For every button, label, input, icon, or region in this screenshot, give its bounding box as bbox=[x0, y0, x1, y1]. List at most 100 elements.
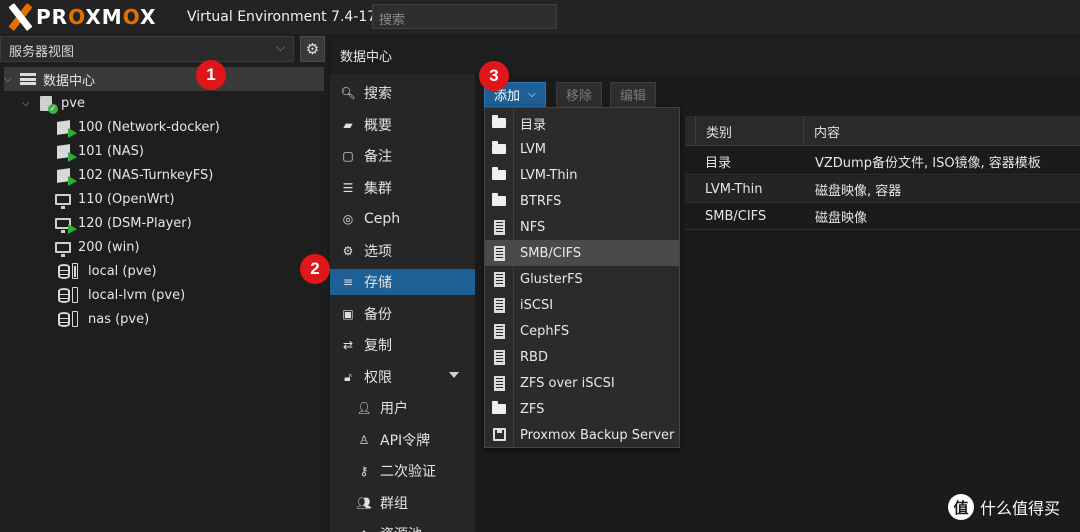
tree-item-vm-120[interactable]: 120 (DSM-Player) bbox=[54, 211, 192, 235]
nav-item-replication[interactable]: ⇄ 复制 bbox=[330, 332, 475, 358]
tree-item-storage-nas[interactable]: nas (pve) bbox=[54, 307, 149, 331]
building-icon bbox=[494, 272, 505, 287]
menu-item-label: 目录 bbox=[520, 117, 547, 133]
tree-item-pve[interactable]: ⌵ ✓ pve bbox=[22, 91, 85, 115]
search-input[interactable]: 搜索 bbox=[372, 4, 557, 29]
unlock-icon: 🔓︎ bbox=[344, 369, 352, 384]
table-row[interactable]: LVM-Thin 磁盘映像, 容器 bbox=[685, 176, 1080, 203]
tree-item-label: local-lvm (pve) bbox=[88, 287, 186, 303]
menu-item-cephfs[interactable]: CephFS bbox=[485, 318, 679, 344]
table-row[interactable]: 目录 VZDump备份文件, ISO镜像, 容器模板 bbox=[685, 148, 1080, 175]
tree-item-datacenter[interactable]: ⌵ 数据中心 bbox=[4, 67, 324, 91]
tree-item-label: 100 (Network-docker) bbox=[78, 119, 220, 135]
column-header-type[interactable]: 类别 bbox=[695, 116, 805, 146]
book-icon: ▰ bbox=[343, 118, 353, 132]
menu-item-lvm-thin[interactable]: LVM-Thin bbox=[485, 162, 679, 188]
nav-item-search[interactable]: 🔍︎ 搜索 bbox=[330, 80, 475, 106]
menu-item-label: LVM-Thin bbox=[520, 167, 578, 183]
folder-icon bbox=[492, 401, 506, 414]
menu-item-label: SMB/CIFS bbox=[520, 245, 582, 261]
tree-item-label: pve bbox=[61, 95, 85, 111]
user-icon: 👤︎ bbox=[356, 401, 372, 415]
server-stack-icon bbox=[19, 71, 37, 87]
nav-item-storage[interactable]: ≡ 存储 bbox=[330, 269, 475, 295]
save-icon bbox=[493, 428, 506, 441]
menu-item-proxmox-backup-server[interactable]: Proxmox Backup Server bbox=[485, 422, 679, 448]
menu-item-glusterfs[interactable]: GlusterFS bbox=[485, 266, 679, 292]
proxmox-logo[interactable]: PROXMOX bbox=[6, 3, 156, 31]
search-icon: 🔍︎ bbox=[340, 86, 356, 100]
tree-item-ct-102[interactable]: 102 (NAS-TurnkeyFS) bbox=[54, 163, 213, 187]
cell-type: SMB/CIFS bbox=[705, 209, 767, 224]
nav-item-two-factor[interactable]: ⚷ 二次验证 bbox=[330, 458, 475, 484]
collapse-icon[interactable]: ⌵ bbox=[22, 98, 34, 109]
nav-item-ceph[interactable]: ◎ Ceph bbox=[330, 206, 475, 232]
column-header-content[interactable]: 内容 bbox=[803, 116, 1080, 146]
nav-label: 权限 bbox=[364, 370, 392, 386]
nav-item-groups[interactable]: 👥︎ 群组 bbox=[330, 490, 475, 516]
nav-label: 备份 bbox=[364, 307, 392, 323]
tree-item-label: 102 (NAS-TurnkeyFS) bbox=[78, 167, 214, 183]
nav-item-options[interactable]: ⚙ 选项 bbox=[330, 238, 475, 264]
tree-item-ct-100[interactable]: 100 (Network-docker) bbox=[54, 115, 220, 139]
collapse-icon[interactable]: ⌵ bbox=[4, 74, 16, 85]
cell-content: 磁盘映像 bbox=[815, 211, 868, 226]
menu-item-lvm[interactable]: LVM bbox=[485, 136, 679, 162]
menu-item-smb-cifs[interactable]: SMB/CIFS bbox=[485, 240, 679, 266]
menu-item-zfs-over-iscsi[interactable]: ZFS over iSCSI bbox=[485, 370, 679, 396]
view-select[interactable]: 服务器视图 ⌵ bbox=[0, 36, 294, 62]
expand-icon[interactable] bbox=[449, 372, 459, 378]
nav-item-pools[interactable]: ◆ 资源池 bbox=[330, 521, 475, 532]
menu-item-btrfs[interactable]: BTRFS bbox=[485, 188, 679, 214]
retweet-icon: ⇄ bbox=[342, 338, 354, 352]
datacenter-nav: 🔍︎ 搜索 ▰ 概要 ▢ 备注 ☰ 集群 ◎ Ceph ⚙ 选项 ≡ 存储 ▣ 备份 ⇄ 复制 🔓… bbox=[330, 74, 475, 532]
menu-item-rbd[interactable]: RBD bbox=[485, 344, 679, 370]
nav-item-cluster[interactable]: ☰ 集群 bbox=[330, 175, 475, 201]
nav-item-api-tokens[interactable]: ♙ API令牌 bbox=[330, 427, 475, 453]
nav-item-users[interactable]: 👤︎ 用户 bbox=[330, 395, 475, 421]
menu-item-zfs[interactable]: ZFS bbox=[485, 396, 679, 422]
nav-label: 选项 bbox=[364, 244, 392, 260]
nav-item-summary[interactable]: ▰ 概要 bbox=[330, 112, 475, 138]
tree-item-ct-101[interactable]: 101 (NAS) bbox=[54, 139, 144, 163]
tree-item-label: 101 (NAS) bbox=[78, 143, 144, 159]
menu-item-iscsi[interactable]: iSCSI bbox=[485, 292, 679, 318]
nav-label: 备注 bbox=[364, 149, 392, 165]
tree-item-vm-110[interactable]: 110 (OpenWrt) bbox=[54, 187, 175, 211]
datacenter-panel: 数据中心 🔍︎ 搜索 ▰ 概要 ▢ 备注 ☰ 集群 ◎ Ceph ⚙ 选项 ≡ 存储 ▣ 备份 … bbox=[330, 34, 1080, 532]
step-marker-1: 1 bbox=[196, 60, 226, 90]
watermark-text: 什么值得买 bbox=[980, 499, 1061, 518]
container-icon bbox=[54, 167, 77, 186]
top-bar: PROXMOX Virtual Environment 7.4-17 搜索 bbox=[0, 0, 1080, 34]
folder-icon bbox=[492, 141, 506, 154]
remove-button[interactable]: 移除 bbox=[556, 82, 603, 107]
menu-item-directory[interactable]: 目录 bbox=[485, 110, 679, 136]
nav-item-permissions[interactable]: 🔓︎ 权限 bbox=[330, 364, 475, 390]
step-marker-2: 2 bbox=[300, 254, 330, 284]
tree-item-label: 200 (win) bbox=[78, 239, 140, 255]
user-outline-icon: ♙ bbox=[358, 433, 370, 447]
nav-item-notes[interactable]: ▢ 备注 bbox=[330, 143, 475, 169]
panel-title: 数据中心 bbox=[340, 50, 393, 65]
tree-item-vm-200[interactable]: 200 (win) bbox=[54, 235, 140, 259]
proxmox-x-icon bbox=[6, 3, 34, 31]
building-icon bbox=[494, 298, 505, 313]
edit-button[interactable]: 编辑 bbox=[610, 82, 657, 107]
tree-item-storage-local[interactable]: local (pve) bbox=[54, 259, 157, 283]
menu-item-nfs[interactable]: NFS bbox=[485, 214, 679, 240]
nav-label: 存储 bbox=[364, 275, 392, 291]
nav-label: API令牌 bbox=[380, 433, 431, 449]
building-icon bbox=[494, 246, 505, 261]
menu-item-label: iSCSI bbox=[520, 297, 554, 313]
key-icon: ⚷ bbox=[359, 464, 369, 478]
cell-content: VZDump备份文件, ISO镜像, 容器模板 bbox=[815, 156, 1041, 171]
tree-settings-button[interactable]: ⚙ bbox=[300, 36, 325, 62]
nav-item-backup[interactable]: ▣ 备份 bbox=[330, 301, 475, 327]
step-marker-3: 3 bbox=[479, 61, 509, 91]
table-row[interactable]: SMB/CIFS 磁盘映像 bbox=[685, 203, 1080, 230]
tree-item-storage-local-lvm[interactable]: local-lvm (pve) bbox=[54, 283, 185, 307]
menu-item-label: GlusterFS bbox=[520, 271, 583, 287]
nav-label: 群组 bbox=[380, 496, 408, 512]
nav-label: 用户 bbox=[380, 401, 408, 417]
vm-icon bbox=[54, 239, 72, 257]
